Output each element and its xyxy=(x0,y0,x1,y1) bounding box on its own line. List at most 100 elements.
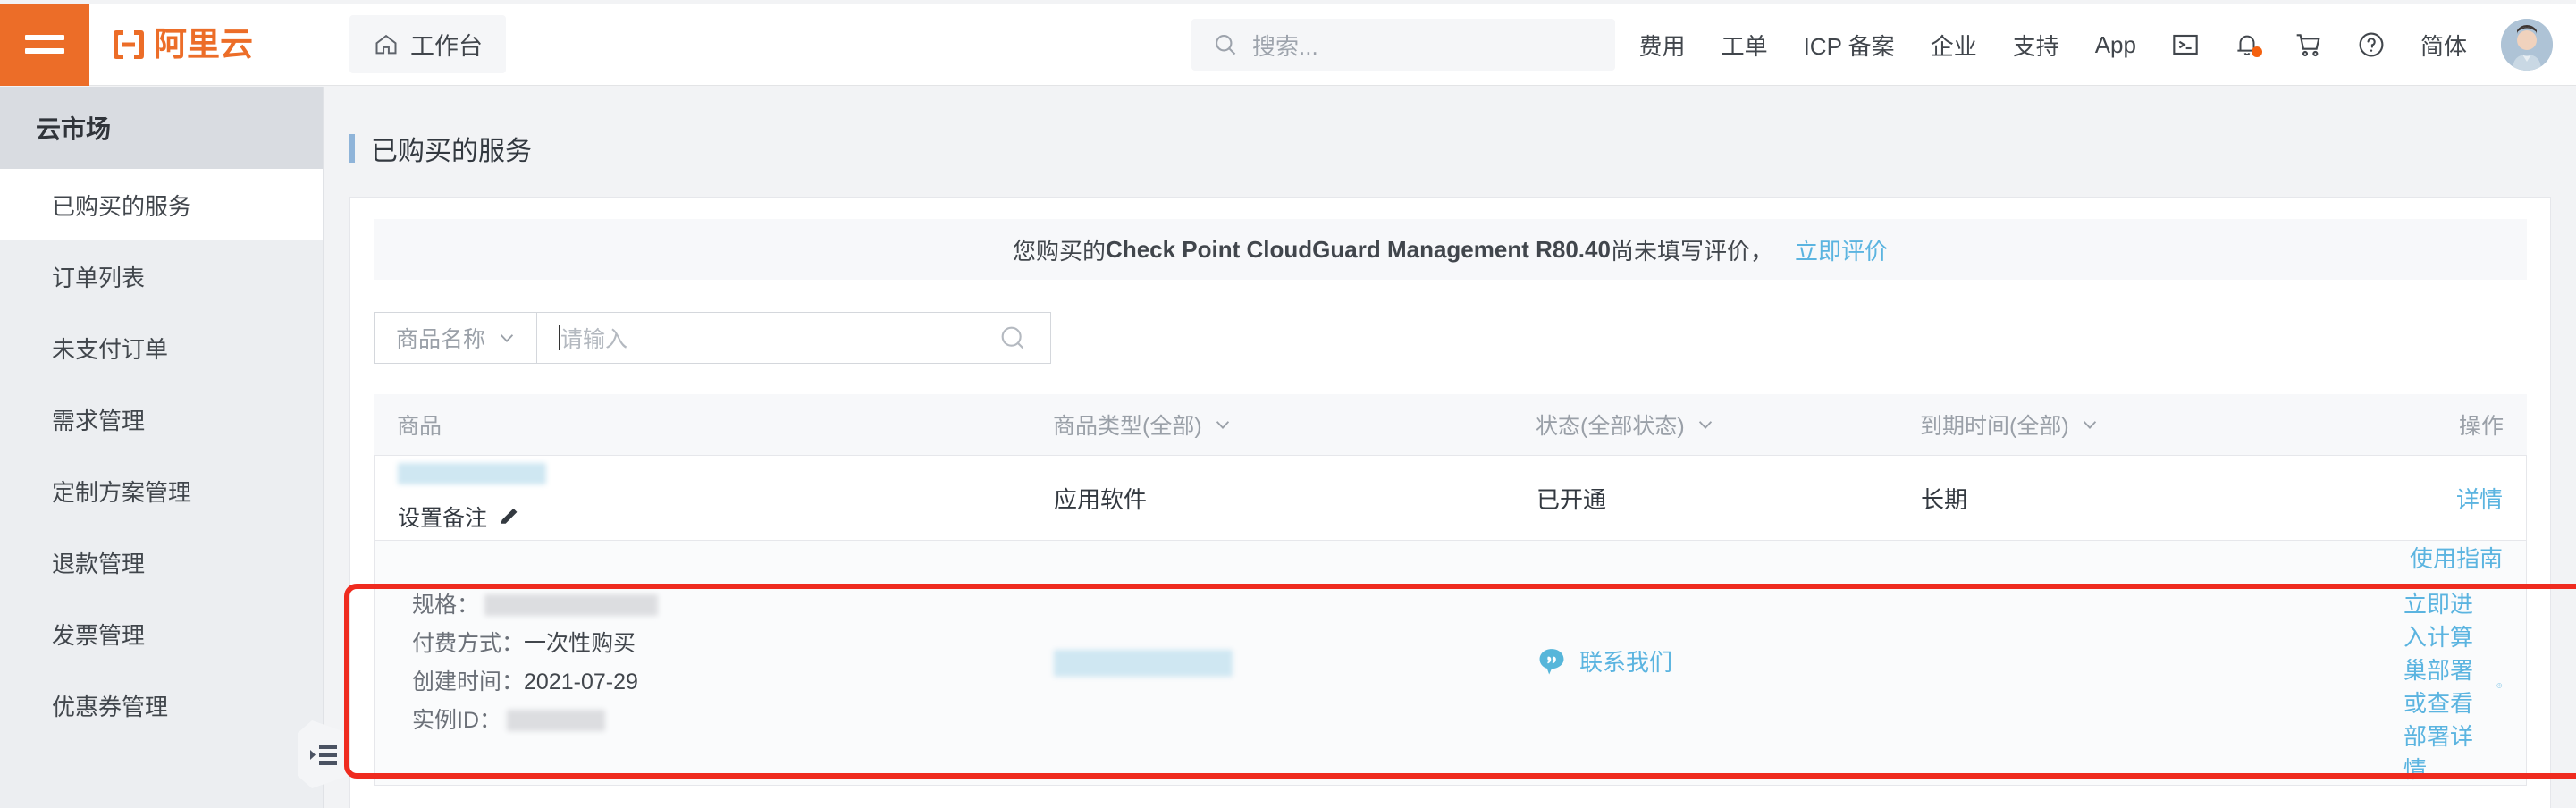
cell-type: 应用软件 xyxy=(1054,485,1148,513)
top-header: 阿里云 工作台 搜索... 费用 工单 ICP 备案 企业 支持 App 简体 xyxy=(0,3,2576,86)
sidebar: 云市场 已购买的服务 订单列表 未支付订单 需求管理 定制方案管理 退款管理 发… xyxy=(0,87,324,808)
detail-payment-value: 一次性购买 xyxy=(524,630,636,656)
search-input[interactable]: 搜索... xyxy=(1191,19,1615,71)
filter-input-placeholder: 请输入 xyxy=(560,327,628,352)
terminal-icon[interactable] xyxy=(2154,30,2217,59)
avatar[interactable] xyxy=(2501,19,2553,71)
help-icon[interactable] xyxy=(2340,30,2403,59)
filter-field-label: 商品名称 xyxy=(396,327,486,352)
contact-us-button[interactable]: 联系我们 xyxy=(1536,644,1672,678)
detail-instance-label: 实例ID： xyxy=(412,707,502,733)
review-notice-banner: 您购买的 Check Point CloudGuard Management R… xyxy=(374,219,2527,280)
cart-icon[interactable] xyxy=(2277,30,2340,59)
detail-instance-value-redacted xyxy=(507,710,606,731)
sidebar-item-order-list[interactable]: 订单列表 xyxy=(0,240,323,312)
column-header-type[interactable]: 商品类型(全部) xyxy=(1053,408,1536,441)
filter-field-select[interactable]: 商品名称 xyxy=(375,313,537,363)
column-header-status-label: 状态(全部状态) xyxy=(1536,414,1685,439)
sidebar-collapse-toggle[interactable] xyxy=(298,720,348,788)
notice-prefix: 您购买的 xyxy=(1013,237,1107,265)
deploy-link-label: 立即进入计算巢部署或查看部署详情 xyxy=(2403,591,2474,783)
chat-bubble-icon xyxy=(1539,648,1564,675)
cell-status: 已开通 xyxy=(1536,485,1607,513)
sidebar-item-refund-management[interactable]: 退款管理 xyxy=(0,526,323,598)
sidebar-item-invoice-management[interactable]: 发票管理 xyxy=(0,598,323,669)
detail-spec-label: 规格： xyxy=(412,592,480,618)
hamburger-menu-icon[interactable] xyxy=(0,3,89,86)
review-now-link[interactable]: 立即评价 xyxy=(1795,233,1888,266)
nav-item-app[interactable]: App xyxy=(2077,31,2154,59)
detail-type-cell xyxy=(1054,649,1536,677)
detail-payment: 付费方式： 一次性购买 xyxy=(412,625,1054,663)
page-title-text: 已购买的服务 xyxy=(371,137,532,166)
app-window: 阿里云 工作台 搜索... 费用 工单 ICP 备案 企业 支持 App 简体 … xyxy=(0,0,2576,808)
sidebar-item-coupon-management[interactable]: 优惠券管理 xyxy=(0,669,323,741)
search-icon xyxy=(1216,35,1236,55)
nav-item-fee[interactable]: 费用 xyxy=(1621,29,1704,62)
deploy-compute-nest-link[interactable]: 立即进入计算巢部署或查看部署详情 xyxy=(2403,586,2503,785)
detail-created-label: 创建时间： xyxy=(412,669,525,694)
search-placeholder: 搜索... xyxy=(1252,32,1318,60)
usage-guide-link[interactable]: 使用指南 xyxy=(2410,541,2503,574)
pencil-icon xyxy=(501,508,518,524)
table-row-detail: 规格： 付费方式： 一次性购买 创建时间： 2021-07-29 实例ID： 联… xyxy=(374,541,2527,786)
chevron-down-icon xyxy=(1216,421,1229,430)
contact-us-label: 联系我们 xyxy=(1579,649,1673,677)
aliyun-logo[interactable]: 阿里云 xyxy=(113,25,297,64)
column-header-expire-label: 到期时间(全部) xyxy=(1920,414,2069,439)
content-card: 您购买的 Check Point CloudGuard Management R… xyxy=(349,197,2551,808)
table-header-row: 商品 商品类型(全部) 状态(全部状态) 到期时间(全部) 操作 xyxy=(374,394,2527,455)
table-row: 设置备注 应用软件 已开通 长期 详情 xyxy=(374,455,2527,541)
hamburger-bar xyxy=(25,48,64,54)
sidebar-item-purchased-services[interactable]: 已购买的服务 xyxy=(0,169,323,240)
svg-text:阿里云: 阿里云 xyxy=(154,26,253,63)
cell-product: 设置备注 xyxy=(375,463,1054,533)
question-circle-icon[interactable] xyxy=(2496,672,2503,699)
header-nav: 费用 工单 ICP 备案 企业 支持 App 简体 xyxy=(1621,4,2576,86)
workbench-button[interactable]: 工作台 xyxy=(349,15,506,73)
language-switch[interactable]: 简体 xyxy=(2403,29,2485,62)
detail-spec-value-redacted xyxy=(484,594,659,616)
main-content: 已购买的服务 您购买的 Check Point CloudGuard Manag… xyxy=(324,87,2576,808)
column-header-type-label: 商品类型(全部) xyxy=(1053,414,1202,439)
product-name-redacted xyxy=(398,463,546,484)
set-note-label: 设置备注 xyxy=(398,506,488,531)
notice-product-name: Check Point CloudGuard Management R80.40 xyxy=(1106,235,1611,263)
home-icon xyxy=(375,34,397,54)
sidebar-item-unpaid-orders[interactable]: 未支付订单 xyxy=(0,312,323,383)
bell-icon[interactable] xyxy=(2217,30,2277,59)
column-header-product: 商品 xyxy=(397,414,442,439)
column-header-status[interactable]: 状态(全部状态) xyxy=(1536,408,1920,441)
aliyun-mark-icon xyxy=(114,29,144,59)
nav-item-icp[interactable]: ICP 备案 xyxy=(1786,29,1913,62)
detail-created-value: 2021-07-29 xyxy=(524,669,638,694)
title-accent-bar xyxy=(349,134,355,163)
workbench-label: 工作台 xyxy=(410,33,483,60)
notification-badge xyxy=(2251,46,2262,57)
notice-suffix: 尚未填写评价， xyxy=(1610,237,1773,265)
page-title: 已购买的服务 xyxy=(349,129,2576,168)
sidebar-item-custom-plan-management[interactable]: 定制方案管理 xyxy=(0,455,323,526)
nav-item-ticket[interactable]: 工单 xyxy=(1704,29,1786,62)
detail-actions: 使用指南 立即进入计算巢部署或查看部署详情 xyxy=(2403,541,2526,785)
cell-expire: 长期 xyxy=(1921,485,1968,513)
search-icon[interactable] xyxy=(998,324,1027,352)
detail-status-cell: 联系我们 xyxy=(1536,644,1921,681)
detail-instance: 实例ID： xyxy=(412,702,1054,740)
detail-link[interactable]: 详情 xyxy=(2456,486,2503,513)
set-note-button[interactable]: 设置备注 xyxy=(398,501,521,533)
detail-type-redacted xyxy=(1054,649,1233,677)
cell-action: 详情 xyxy=(2403,482,2526,515)
detail-field-list: 规格： 付费方式： 一次性购买 创建时间： 2021-07-29 实例ID： xyxy=(375,565,1054,762)
filter-search-group: 商品名称 请输入 xyxy=(374,312,1051,364)
sidebar-item-demand-management[interactable]: 需求管理 xyxy=(0,383,323,455)
column-header-expire[interactable]: 到期时间(全部) xyxy=(1920,408,2403,441)
filter-keyword-input[interactable]: 请输入 xyxy=(537,313,1050,363)
nav-item-enterprise[interactable]: 企业 xyxy=(1913,29,1995,62)
nav-item-support[interactable]: 支持 xyxy=(1995,29,2077,62)
detail-spec: 规格： xyxy=(412,586,1054,625)
detail-payment-label: 付费方式： xyxy=(412,630,525,656)
filter-row: 商品名称 请输入 xyxy=(350,280,2550,364)
chevron-down-icon xyxy=(2083,421,2096,430)
hamburger-bar xyxy=(25,35,64,40)
